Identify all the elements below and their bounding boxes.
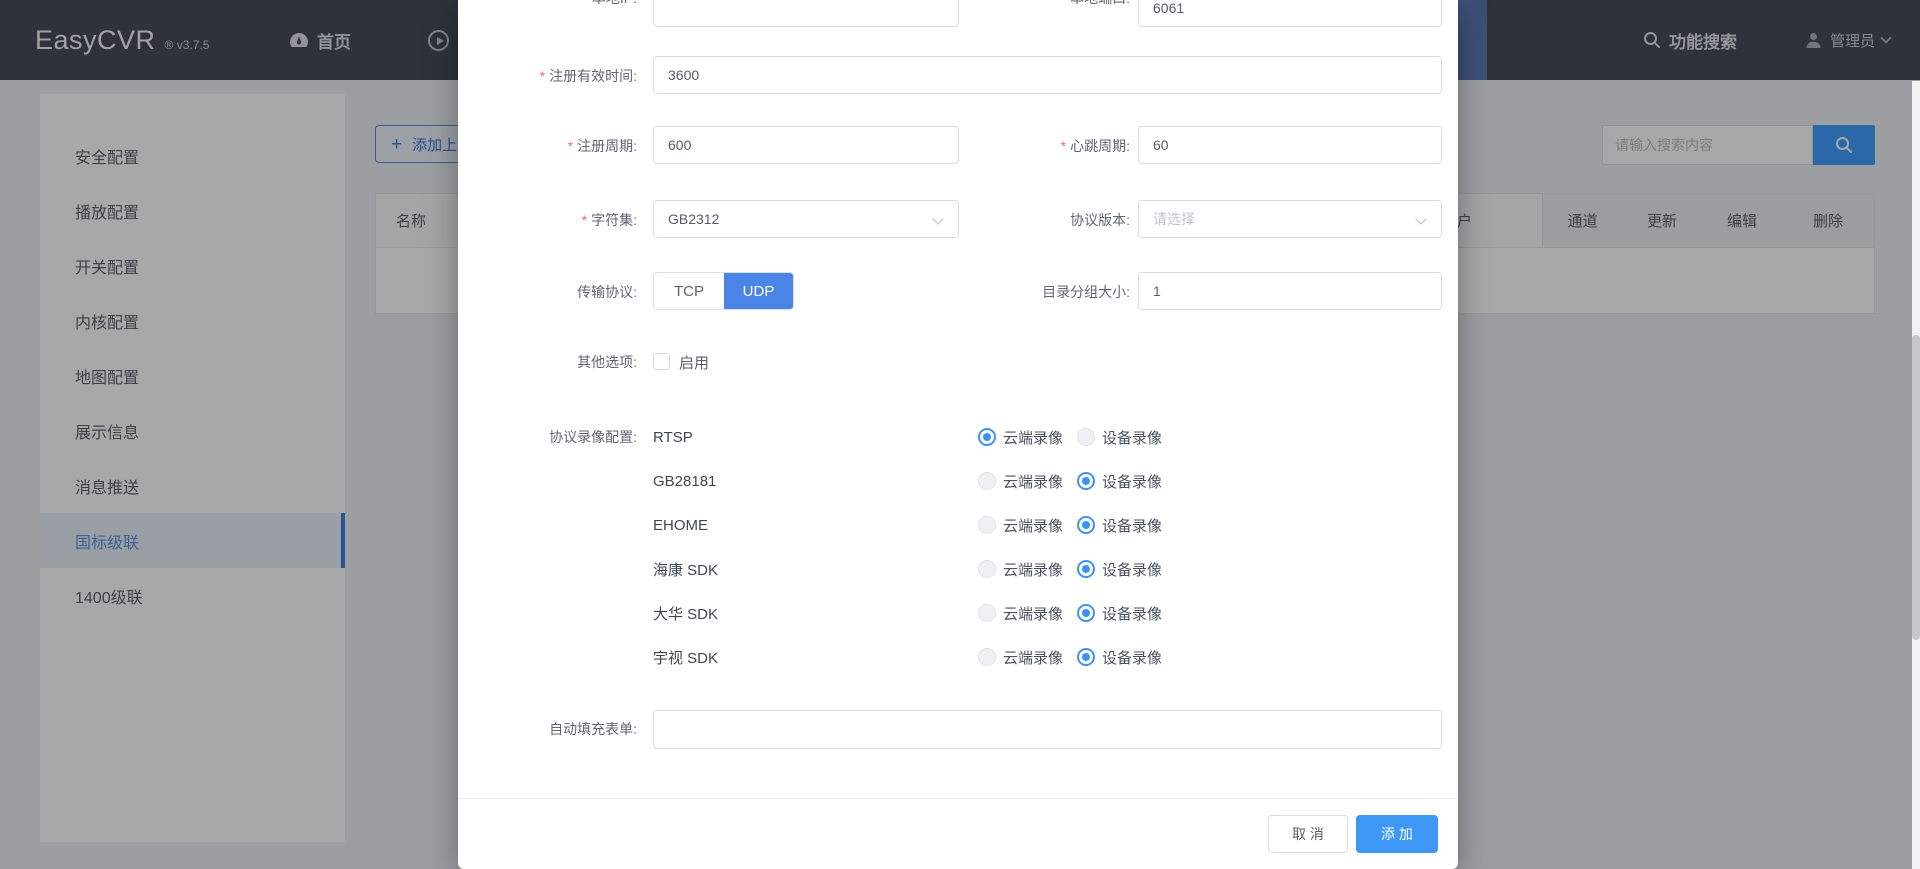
screen: EasyCVR ® v3.7.5 首页 功能搜索 管理员 <box>0 0 1920 869</box>
page-scrollbar[interactable] <box>1912 81 1920 869</box>
cloud-record-radio[interactable] <box>978 560 996 578</box>
heartbeat-input[interactable] <box>1138 126 1442 164</box>
dir-group-input[interactable] <box>1138 272 1442 310</box>
proto-version-placeholder: 请选择 <box>1153 209 1195 229</box>
enable-checkbox-label[interactable]: 启用 <box>679 352 709 373</box>
local-ip-input[interactable] <box>653 0 959 27</box>
cloud-record-label[interactable]: 云端录像 <box>1003 471 1063 492</box>
transport-option-udp[interactable]: UDP <box>724 273 793 309</box>
cancel-button[interactable]: 取 消 <box>1268 815 1348 853</box>
transport-toggle: TCP UDP <box>653 272 794 310</box>
cloud-record-label[interactable]: 云端录像 <box>1003 603 1063 624</box>
device-record-radio[interactable] <box>1077 604 1095 622</box>
device-record-radio[interactable] <box>1077 648 1095 666</box>
required-star: * <box>540 68 545 84</box>
cloud-record-label[interactable]: 云端录像 <box>1003 427 1063 448</box>
record-config-rows: RTSP 云端录像 设备录像 GB28181 云端录像 设备录像 E <box>653 415 1442 679</box>
cloud-record-label[interactable]: 云端录像 <box>1003 515 1063 536</box>
local-port-label: 本地端口: <box>958 0 1130 8</box>
protocol-name: RTSP <box>653 429 693 446</box>
device-record-radio[interactable] <box>1077 516 1095 534</box>
protocol-name: GB28181 <box>653 473 716 490</box>
required-star: * <box>568 138 573 154</box>
proto-version-select[interactable]: 请选择 <box>1138 200 1442 238</box>
device-record-radio[interactable] <box>1077 428 1095 446</box>
cloud-record-radio[interactable] <box>978 604 996 622</box>
cloud-record-label[interactable]: 云端录像 <box>1003 559 1063 580</box>
device-record-label[interactable]: 设备录像 <box>1102 515 1162 536</box>
device-record-label[interactable]: 设备录像 <box>1102 471 1162 492</box>
reg-period-input[interactable] <box>653 126 959 164</box>
chevron-down-icon <box>1415 213 1426 224</box>
cloud-record-label[interactable]: 云端录像 <box>1003 647 1063 668</box>
heartbeat-label: *心跳周期: <box>958 136 1130 156</box>
cloud-record-radio[interactable] <box>978 428 996 446</box>
protocol-name: 大华 SDK <box>653 603 718 624</box>
cloud-record-radio[interactable] <box>978 648 996 666</box>
required-star: * <box>1061 138 1066 154</box>
device-record-label[interactable]: 设备录像 <box>1102 603 1162 624</box>
dir-group-label: 目录分组大小: <box>958 282 1130 302</box>
footer-divider <box>458 798 1458 799</box>
record-row-hikvision-sdk: 海康 SDK 云端录像 设备录像 <box>653 547 1442 591</box>
chevron-down-icon <box>932 213 943 224</box>
record-row-uniview-sdk: 宇视 SDK 云端录像 设备录像 <box>653 635 1442 679</box>
record-row-dahua-sdk: 大华 SDK 云端录像 设备录像 <box>653 591 1442 635</box>
cloud-record-radio[interactable] <box>978 516 996 534</box>
device-record-label[interactable]: 设备录像 <box>1102 559 1162 580</box>
autofill-label: 自动填充表单: <box>458 719 637 739</box>
device-record-radio[interactable] <box>1077 472 1095 490</box>
autofill-input[interactable] <box>653 710 1442 749</box>
scrollbar-thumb[interactable] <box>1912 335 1920 640</box>
required-star: * <box>582 212 587 228</box>
charset-label: *字符集: <box>458 210 637 230</box>
transport-option-tcp[interactable]: TCP <box>654 273 724 309</box>
transport-label: 传输协议: <box>458 282 637 302</box>
reg-period-label: *注册周期: <box>458 136 637 156</box>
charset-value: GB2312 <box>668 211 719 227</box>
charset-select[interactable]: GB2312 <box>653 200 959 238</box>
cloud-record-radio[interactable] <box>978 472 996 490</box>
record-config-label: 协议录像配置: <box>458 427 637 447</box>
record-row-rtsp: RTSP 云端录像 设备录像 <box>653 415 1442 459</box>
reg-expire-input[interactable] <box>653 56 1442 94</box>
local-ip-label: 本地IP: <box>458 0 637 8</box>
record-row-ehome: EHOME 云端录像 设备录像 <box>653 503 1442 547</box>
protocol-name: 海康 SDK <box>653 559 718 580</box>
device-record-radio[interactable] <box>1077 560 1095 578</box>
add-platform-dialog: 本地IP: 本地端口: *注册有效时间: *注册周期: *心跳周期: *字符集:… <box>458 0 1458 869</box>
record-row-gb28181: GB28181 云端录像 设备录像 <box>653 459 1442 503</box>
device-record-label[interactable]: 设备录像 <box>1102 427 1162 448</box>
enable-checkbox[interactable] <box>653 353 670 370</box>
protocol-name: EHOME <box>653 517 708 534</box>
other-options-label: 其他选项: <box>458 352 637 372</box>
local-port-input[interactable] <box>1138 0 1442 27</box>
reg-expire-label: *注册有效时间: <box>458 66 637 86</box>
device-record-label[interactable]: 设备录像 <box>1102 647 1162 668</box>
proto-version-label: 协议版本: <box>958 210 1130 230</box>
protocol-name: 宇视 SDK <box>653 647 718 668</box>
confirm-add-button[interactable]: 添 加 <box>1356 815 1438 853</box>
